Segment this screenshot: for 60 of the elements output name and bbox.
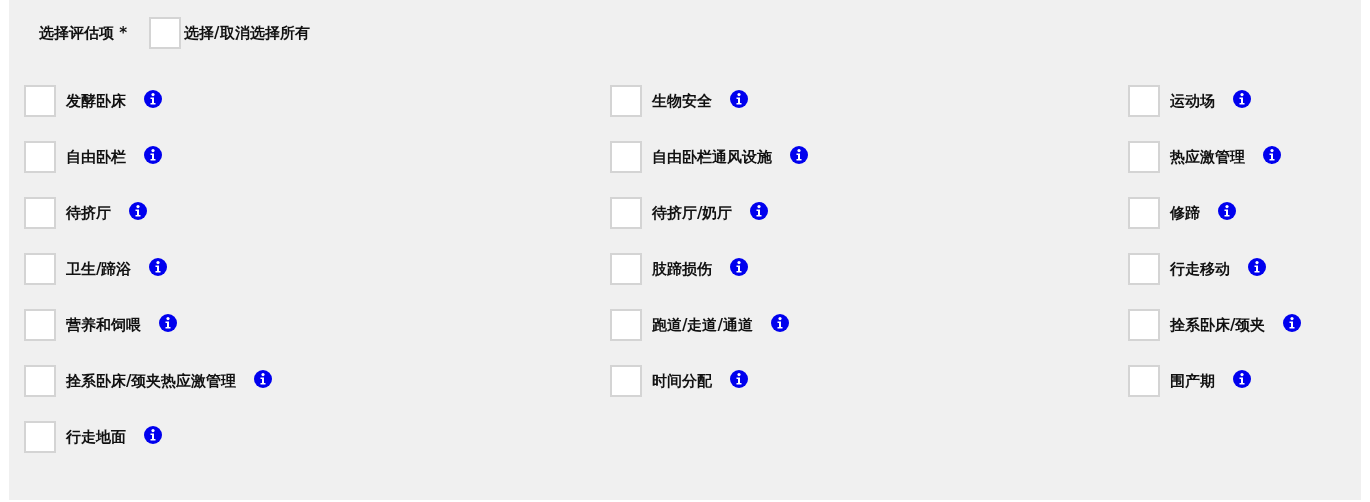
info-icon[interactable] <box>1283 314 1302 332</box>
option-label: 修蹄 <box>1170 203 1200 223</box>
option-label: 营养和饲喂 <box>66 315 141 335</box>
option-label: 跑道/走道/通道 <box>652 315 753 335</box>
info-icon[interactable] <box>254 370 273 388</box>
option-label: 发酵卧床 <box>66 91 126 111</box>
checkbox[interactable] <box>610 253 642 285</box>
checkbox[interactable] <box>1128 85 1160 117</box>
checkbox[interactable] <box>1128 253 1160 285</box>
info-icon[interactable] <box>1218 202 1236 220</box>
info-icon[interactable] <box>144 146 162 164</box>
checkbox[interactable] <box>149 17 182 49</box>
option-label: 行走移动 <box>1170 259 1230 279</box>
info-icon[interactable] <box>770 314 789 332</box>
info-icon[interactable] <box>144 90 162 108</box>
option-label: 运动场 <box>1170 91 1215 111</box>
checkbox[interactable] <box>610 85 642 117</box>
checkbox[interactable] <box>610 365 642 397</box>
option-label: 热应激管理 <box>1170 147 1245 167</box>
info-icon[interactable] <box>730 90 748 108</box>
info-icon[interactable] <box>1233 90 1251 108</box>
info-icon[interactable] <box>1248 258 1266 276</box>
checkbox[interactable] <box>24 85 56 117</box>
info-icon[interactable] <box>149 258 168 276</box>
option-label: 行走地面 <box>66 427 126 447</box>
info-icon[interactable] <box>730 258 748 276</box>
option-label: 肢蹄损伤 <box>652 259 712 279</box>
option-label: 待挤厅/奶厅 <box>652 203 733 223</box>
info-icon[interactable] <box>144 426 162 444</box>
checkbox[interactable] <box>24 253 56 285</box>
checkbox[interactable] <box>24 197 56 229</box>
checkbox[interactable] <box>24 141 56 173</box>
info-icon[interactable] <box>730 370 748 388</box>
info-icon[interactable] <box>129 202 147 220</box>
option-label: 卫生/蹄浴 <box>66 259 132 279</box>
checkbox[interactable] <box>610 197 642 229</box>
checkbox[interactable] <box>24 365 56 397</box>
info-icon[interactable] <box>1233 370 1251 388</box>
option-label: 拴系卧床/颈夹 <box>1170 315 1266 335</box>
checkbox[interactable] <box>24 421 56 453</box>
checkbox[interactable] <box>1128 141 1160 173</box>
option-label: 待挤厅 <box>66 203 111 223</box>
info-icon[interactable] <box>1263 146 1281 164</box>
checkbox[interactable] <box>24 309 56 341</box>
option-label: 时间分配 <box>652 371 712 391</box>
checkbox[interactable] <box>1128 309 1160 341</box>
option-label: 拴系卧床/颈夹热应激管理 <box>66 371 237 391</box>
checkbox[interactable] <box>1128 197 1160 229</box>
info-icon[interactable] <box>790 146 808 164</box>
select-all-label: 选择/取消选择所有 <box>184 23 310 43</box>
section-label: 选择评估项 * <box>39 23 128 43</box>
info-icon[interactable] <box>159 314 177 332</box>
checkbox[interactable] <box>610 309 642 341</box>
checkbox[interactable] <box>610 141 642 173</box>
checkbox[interactable] <box>1128 365 1160 397</box>
option-label: 自由卧栏通风设施 <box>652 147 772 167</box>
option-label: 生物安全 <box>652 91 712 111</box>
option-label: 围产期 <box>1170 371 1215 391</box>
info-icon[interactable] <box>750 202 769 220</box>
option-label: 自由卧栏 <box>66 147 126 167</box>
